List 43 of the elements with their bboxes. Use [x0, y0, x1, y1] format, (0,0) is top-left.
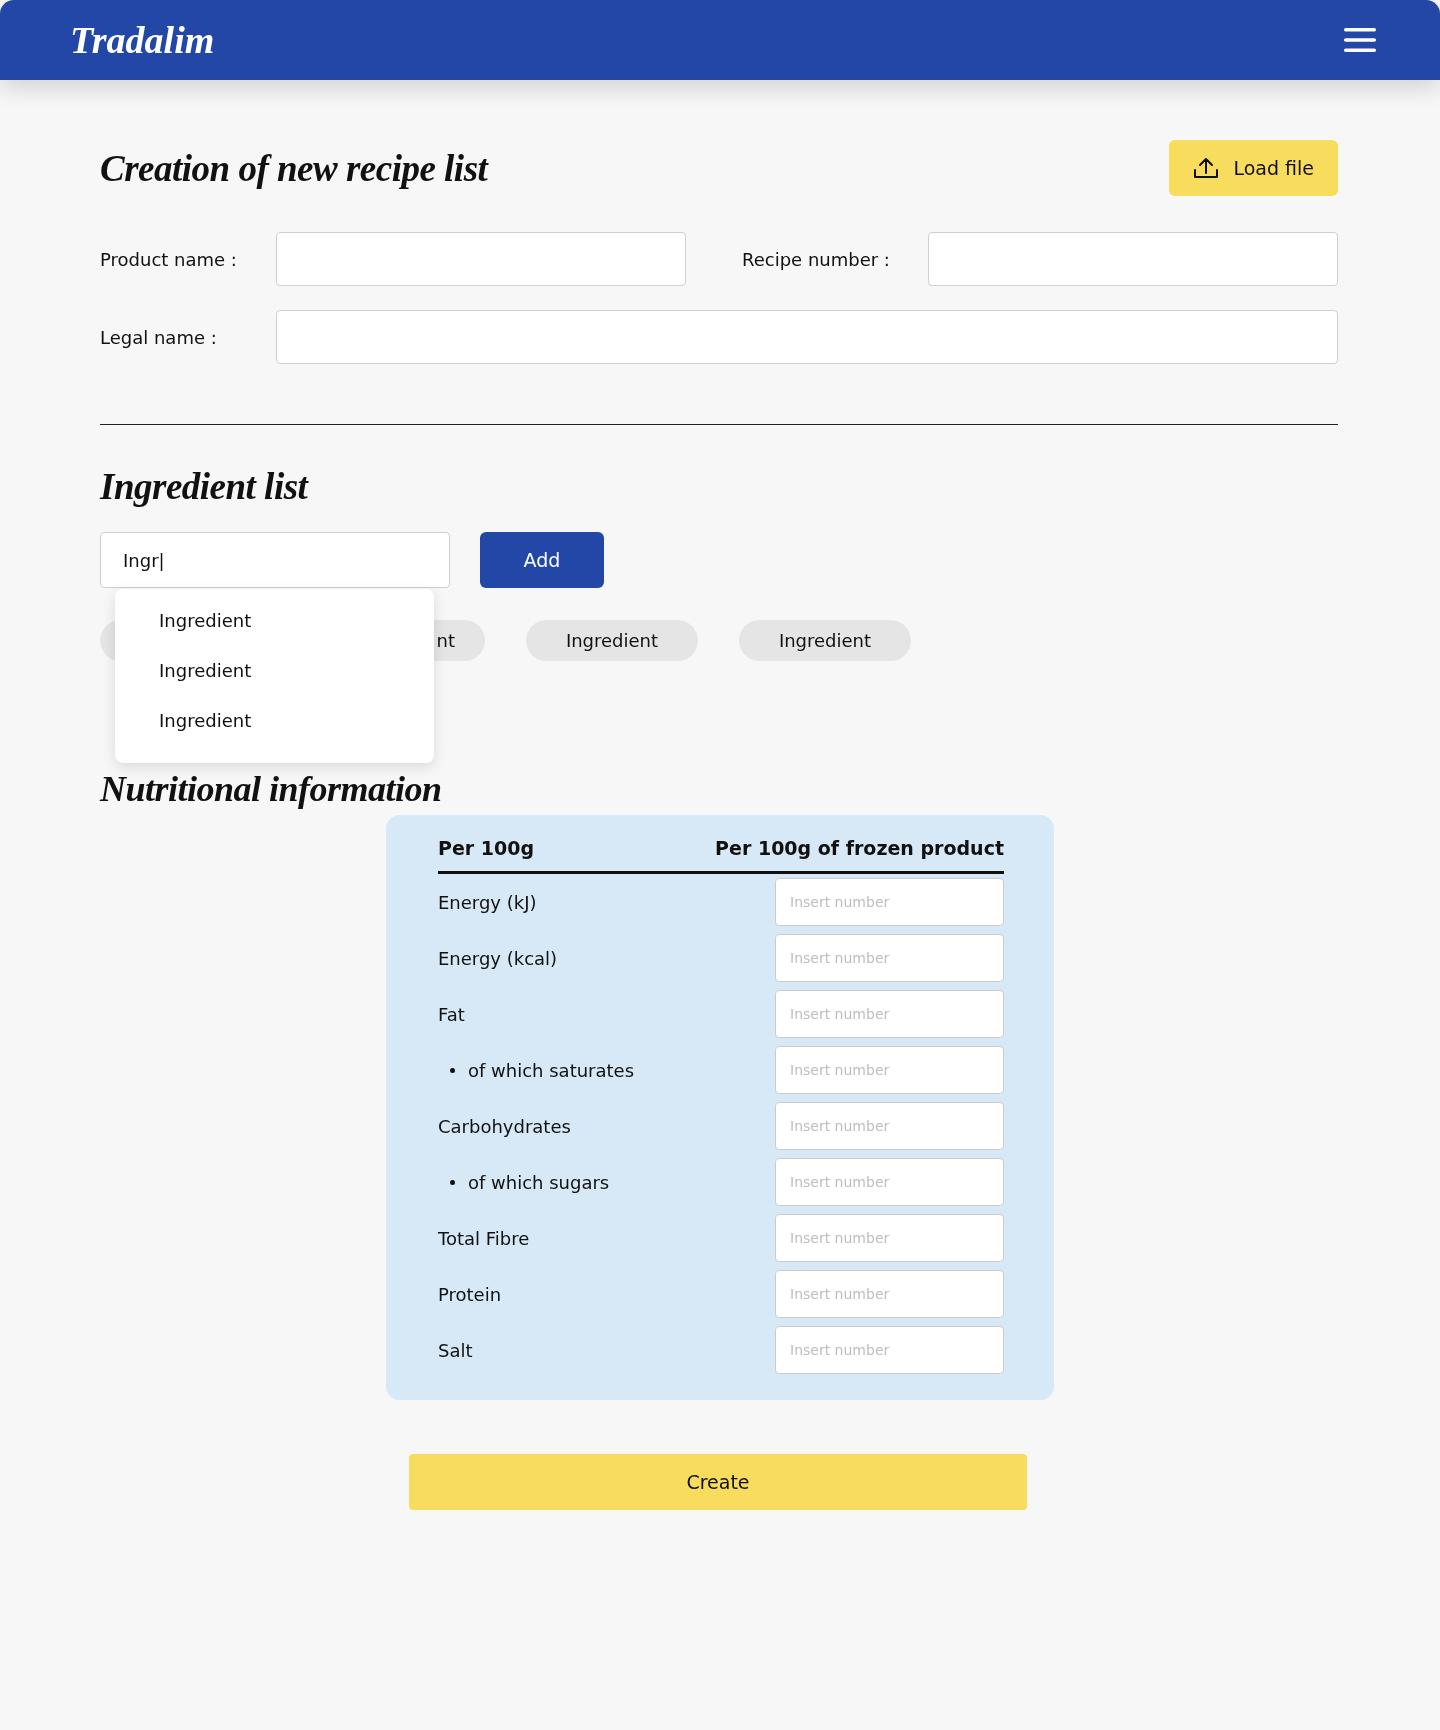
number-input[interactable]: Insert number	[775, 1158, 1004, 1206]
logo[interactable]: Tradalim	[70, 18, 215, 62]
nutrient-label: Fat	[438, 1003, 465, 1025]
number-input[interactable]: Insert number	[775, 990, 1004, 1038]
nutrient-label: Energy (kJ)	[438, 891, 537, 913]
nutrient-label: Protein	[438, 1283, 502, 1305]
page-title: Creation of new recipe list	[100, 146, 488, 190]
field-label: Product name :	[100, 248, 238, 270]
ingredient-search-field[interactable]: Ingr|	[100, 532, 450, 588]
nutrient-label: Energy (kcal)	[438, 947, 558, 969]
nutrient-label: of which sugars	[468, 1171, 610, 1193]
menu-icon[interactable]	[1344, 28, 1376, 52]
number-input[interactable]: Insert number	[775, 934, 1004, 982]
suggestion-item[interactable]: Ingredient	[115, 653, 434, 703]
input-field[interactable]	[276, 232, 686, 286]
nutrient-label: Salt	[438, 1339, 473, 1361]
input-field[interactable]	[276, 310, 1338, 364]
upload-icon	[1193, 156, 1220, 180]
suggestion-item[interactable]: Ingredient	[115, 703, 434, 753]
load-file-button[interactable]: Load file	[1169, 140, 1338, 196]
column-header: Per 100g	[438, 837, 535, 859]
bullet-icon	[450, 1067, 455, 1073]
nutrient-label: Carbohydrates	[438, 1115, 571, 1137]
input-field[interactable]	[928, 232, 1338, 286]
field-label: Recipe number :	[742, 248, 891, 270]
ingredient-chip[interactable]: Ingredient	[526, 620, 698, 661]
number-input[interactable]: Insert number	[775, 878, 1004, 926]
number-input[interactable]: Insert number	[775, 1046, 1004, 1094]
nutrient-label: of which saturates	[468, 1059, 635, 1081]
suggestion-item[interactable]: Ingredient	[115, 603, 434, 653]
bullet-icon	[450, 1179, 455, 1185]
field-label: Legal name :	[100, 326, 218, 348]
section-title: Ingredient list	[100, 465, 310, 508]
nutrient-label: Total Fibre	[438, 1227, 530, 1249]
number-input[interactable]: Insert number	[775, 1102, 1004, 1150]
add-button[interactable]: Add	[480, 532, 604, 588]
number-input[interactable]: Insert number	[775, 1326, 1004, 1374]
section-title: Nutritional information	[100, 771, 443, 807]
number-input[interactable]: Insert number	[775, 1270, 1004, 1318]
column-header: Per 100g of frozen product	[715, 837, 1004, 859]
ingredient-chip[interactable]: Ingredient	[739, 620, 911, 661]
number-input[interactable]: Insert number	[775, 1214, 1004, 1262]
create-button[interactable]: Create	[409, 1454, 1027, 1510]
